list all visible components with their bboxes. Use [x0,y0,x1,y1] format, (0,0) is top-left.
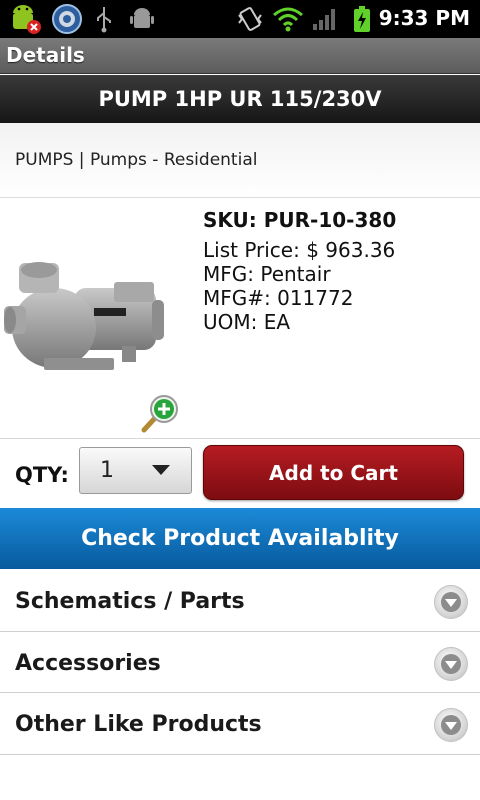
section-accessories[interactable]: Accessories [0,632,480,693]
check-availability-label: Check Product Availablity [81,526,399,551]
qty-value: 1 [100,458,114,483]
wifi-icon [272,4,304,34]
section-other-like-products[interactable]: Other Like Products [0,693,480,755]
manufacturer: MFG: Pentair [203,262,331,286]
product-sku: SKU: PUR-10-380 [203,208,397,232]
breadcrumb: PUMPS | Pumps - Residential [0,123,480,198]
app-title: Details [6,43,85,67]
qty-label: QTY: [15,463,69,487]
add-to-cart-label: Add to Cart [269,460,398,485]
section-label: Schematics / Parts [15,589,245,614]
section-label: Accessories [15,650,161,676]
zoom-in-icon[interactable] [140,392,182,434]
section-list: Schematics / Parts Accessories Other Lik… [0,570,480,755]
settings-app-icon [50,4,84,34]
section-label: Other Like Products [15,712,262,737]
status-bar: 9:33 PM [0,0,480,38]
battery-charging-icon [350,4,374,34]
status-time: 9:33 PM [378,6,470,30]
signal-icon [310,4,340,34]
add-to-cart-button[interactable]: Add to Cart [203,445,464,500]
android-notification-icon [6,4,44,34]
section-schematics-parts[interactable]: Schematics / Parts [0,570,480,632]
expand-arrow-icon[interactable] [434,708,468,742]
android-debug-icon [128,4,156,34]
order-row: QTY: 1 Add to Cart [0,438,480,508]
product-name: PUMP 1HP UR 115/230V [98,87,382,111]
unit-of-measure: UOM: EA [203,310,291,334]
vibrate-icon [236,4,264,34]
check-availability-button[interactable]: Check Product Availablity [0,508,480,569]
chevron-down-icon [152,465,170,475]
qty-select[interactable]: 1 [79,447,192,494]
product-image[interactable] [4,258,169,378]
product-header: PUMP 1HP UR 115/230V [0,75,480,123]
app-title-bar: Details [0,38,480,74]
product-details: SKU: PUR-10-380 List Price: $ 963.36 MFG… [203,208,473,334]
list-price: List Price: $ 963.36 [203,238,396,262]
expand-arrow-icon[interactable] [434,585,468,619]
category-path[interactable]: PUMPS | Pumps - Residential [15,150,257,170]
manufacturer-number: MFG#: 011772 [203,286,354,310]
usb-icon [92,4,116,34]
expand-arrow-icon[interactable] [434,646,468,681]
